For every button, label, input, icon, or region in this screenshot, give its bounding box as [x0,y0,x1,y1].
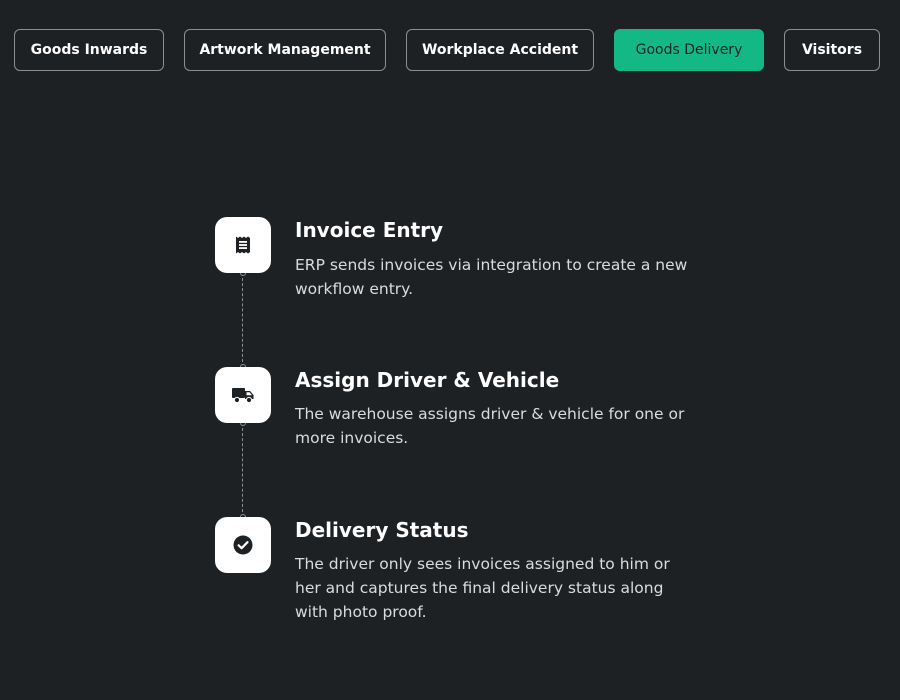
timeline-connector [242,423,243,517]
step-description: The warehouse assigns driver & vehicle f… [295,405,685,447]
step-icon-assign-driver [215,367,271,423]
timeline-connector [242,273,243,367]
check-circle-icon [233,535,253,555]
step-title: Delivery Status [295,518,469,542]
truck-icon [232,388,254,404]
step-icon-invoice-entry [215,217,271,273]
step-title: Assign Driver & Vehicle [295,368,560,392]
workflow-timeline: Invoice Entry ERP sends invoices via int… [0,0,900,700]
step-description: The driver only sees invoices assigned t… [295,555,670,621]
step-title: Invoice Entry [295,218,444,242]
step-icon-delivery-status [215,517,271,573]
page: Goods Inwards Artwork Management Workpla… [0,0,900,700]
receipt-icon [236,236,250,254]
step-description: ERP sends invoices via integration to cr… [295,256,688,298]
